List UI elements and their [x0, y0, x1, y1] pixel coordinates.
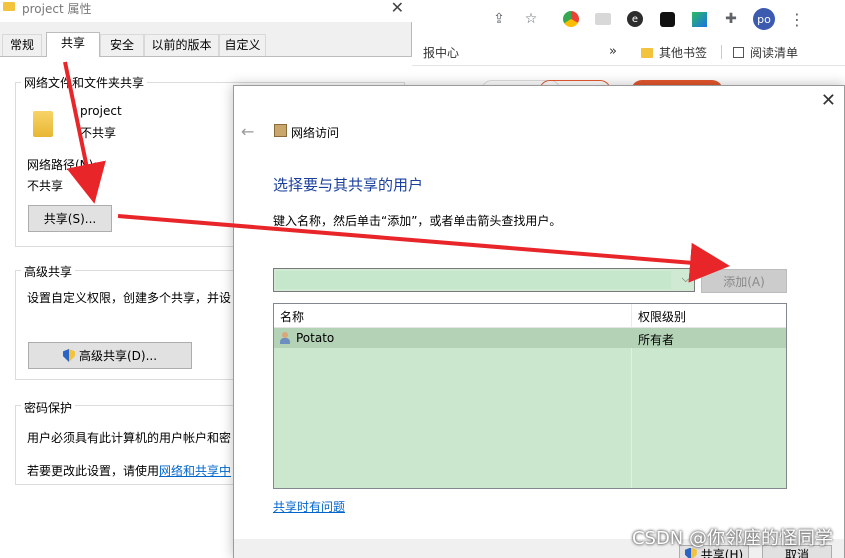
bookmark-partial[interactable]: 报中心	[423, 44, 459, 61]
tab-general[interactable]: 常规	[2, 34, 42, 56]
reading-list-label: 阅读清单	[750, 46, 799, 60]
network-access-icon	[274, 124, 287, 137]
column-header-name[interactable]: 名称	[280, 308, 304, 325]
reading-list-icon	[733, 47, 744, 58]
browser-toolbar: ⇪ ☆ e ✚ po ⋮	[411, 0, 845, 38]
password-protection-group-title: 密码保护	[21, 399, 76, 416]
table-row[interactable]: Potato 所有者	[274, 328, 786, 348]
row-user-name: Potato	[296, 331, 335, 345]
advanced-share-group-title: 高级共享	[21, 263, 76, 280]
close-icon[interactable]: ✕	[391, 0, 404, 17]
star-icon[interactable]: ☆	[521, 9, 541, 29]
network-share-group-title: 网络文件和文件夹共享	[21, 74, 148, 91]
watermark: CSDN @你邻座的怪同学	[631, 528, 833, 549]
reading-list[interactable]: 阅读清单	[733, 44, 798, 61]
extension-translate-icon[interactable]	[593, 9, 613, 29]
bookmarks-overflow-icon[interactable]: »	[609, 44, 617, 59]
password-change-prefix: 若要更改此设置，请使用	[27, 464, 160, 478]
folder-icon	[33, 111, 53, 137]
folder-name: project	[80, 104, 122, 118]
row-permission-level[interactable]: 所有者	[638, 331, 674, 348]
menu-kebab-icon[interactable]: ⋮	[787, 9, 807, 29]
close-icon[interactable]: ✕	[821, 90, 836, 111]
tab-sharing[interactable]: 共享	[46, 32, 100, 57]
add-button[interactable]: 添加(A)	[701, 269, 787, 293]
tab-security[interactable]: 安全	[100, 34, 144, 56]
table-header: 名称 权限级别	[274, 304, 786, 328]
folder-share-status: 不共享	[80, 126, 117, 140]
tab-customize[interactable]: 自定义	[219, 34, 266, 56]
password-change-text: 若要更改此设置，请使用网络和共享中	[27, 462, 231, 479]
share-button[interactable]: 共享(S)...	[28, 205, 112, 232]
network-sharing-center-link[interactable]: 网络和共享中	[159, 464, 231, 478]
extension-e-icon[interactable]: e	[625, 9, 645, 29]
folder-icon	[3, 2, 15, 11]
network-path-label: 网络路径(N):	[27, 158, 98, 172]
advanced-share-button-label: 高级共享(D)...	[78, 349, 158, 363]
extension-download-icon[interactable]	[689, 9, 709, 29]
properties-tabs: 常规 共享 安全 以前的版本 自定义	[0, 32, 412, 57]
puzzle-icon[interactable]: ✚	[721, 9, 741, 29]
password-description: 用户必须具有此计算机的用户帐户和密	[27, 431, 232, 445]
properties-titlebar: project 属性 ✕	[0, 0, 412, 22]
choose-people-heading: 选择要与其共享的用户	[273, 176, 424, 194]
user-icon	[280, 332, 290, 344]
column-header-permission[interactable]: 权限级别	[638, 308, 686, 325]
advanced-share-button[interactable]: 高级共享(D)...	[28, 342, 192, 369]
add-user-hint: 键入名称，然后单击“添加”，或者单击箭头查找用户。	[273, 214, 562, 228]
user-name-combobox[interactable]: ⌵	[273, 268, 695, 292]
users-table: 名称 权限级别 Potato 所有者	[273, 303, 787, 489]
other-bookmarks-label: 其他书签	[659, 46, 708, 60]
profile-avatar[interactable]: po	[753, 8, 775, 30]
back-arrow-icon[interactable]: ←	[241, 122, 254, 141]
chevron-down-icon[interactable]: ⌵	[682, 272, 690, 286]
uac-shield-icon	[62, 349, 75, 362]
sharing-trouble-link[interactable]: 共享时有问题	[273, 498, 345, 515]
properties-title: project 属性	[22, 2, 92, 16]
share-icon[interactable]: ⇪	[489, 9, 509, 29]
extension-black-icon[interactable]	[657, 9, 677, 29]
other-bookmarks[interactable]: 其他书签	[641, 44, 707, 61]
network-access-dialog: ✕ ← 网络访问 选择要与其共享的用户 键入名称，然后单击“添加”，或者单击箭头…	[233, 85, 845, 558]
bookmarks-bar: 报中心 » 其他书签 阅读清单	[411, 38, 845, 66]
bookmark-divider	[721, 45, 722, 59]
extension-colorful-icon[interactable]	[561, 9, 581, 29]
network-path-value: 不共享	[27, 179, 64, 193]
advanced-share-description: 设置自定义权限，创建多个共享，并设	[27, 291, 232, 305]
folder-icon	[641, 47, 653, 58]
tab-previous-versions[interactable]: 以前的版本	[144, 34, 219, 56]
user-name-input[interactable]	[276, 271, 671, 289]
network-access-title: 网络访问	[291, 126, 340, 140]
